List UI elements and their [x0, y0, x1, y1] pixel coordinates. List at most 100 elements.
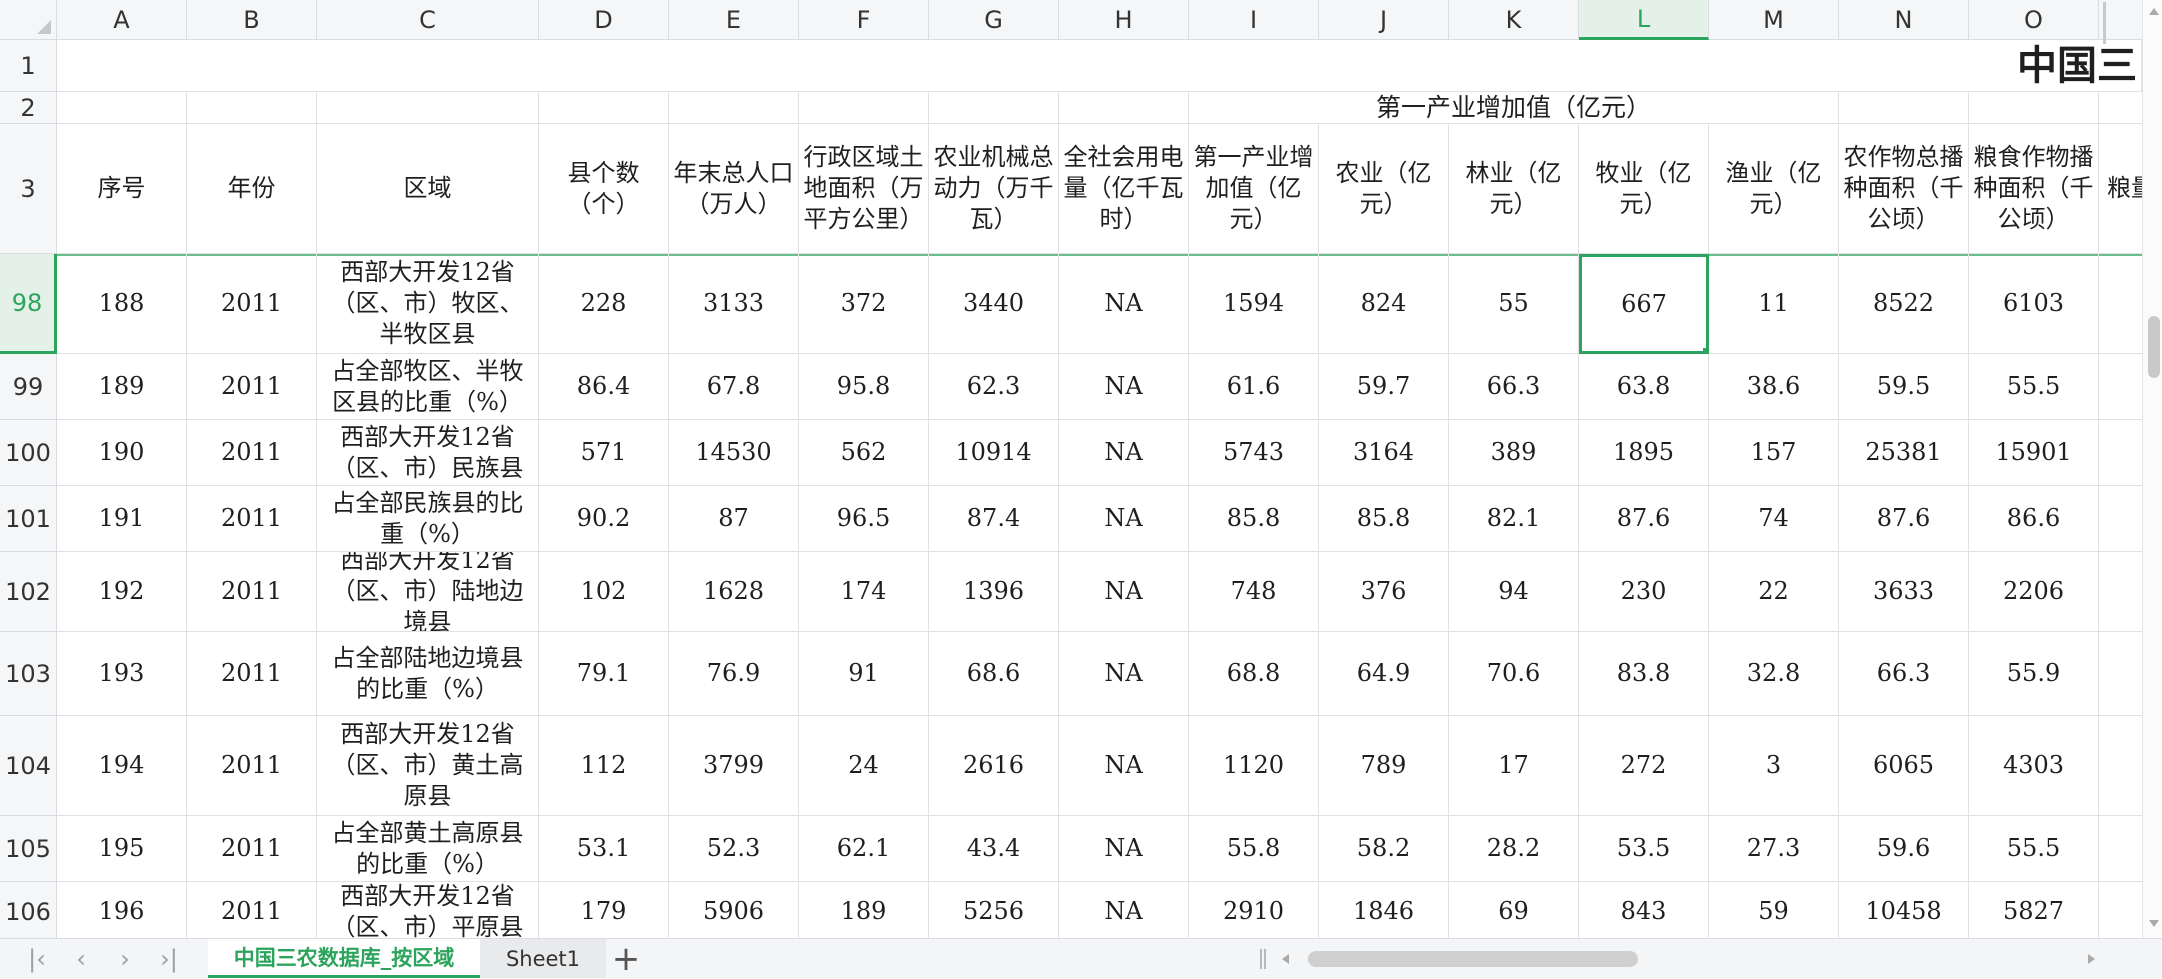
- vertical-scrollbar[interactable]: [2142, 0, 2162, 938]
- row-header-100[interactable]: 100: [0, 420, 57, 486]
- table-cell[interactable]: 372: [799, 254, 929, 354]
- table-cell[interactable]: 90.2: [539, 486, 669, 552]
- table-cell[interactable]: 190: [57, 420, 187, 486]
- table-cell[interactable]: 389: [1449, 420, 1579, 486]
- table-cell[interactable]: 571: [539, 420, 669, 486]
- table-cell[interactable]: [2099, 816, 2142, 882]
- table-cell[interactable]: [2099, 254, 2142, 354]
- table-cell[interactable]: 2011: [187, 354, 317, 420]
- cell-r2-1[interactable]: [57, 92, 187, 124]
- table-cell[interactable]: NA: [1059, 716, 1189, 816]
- scroll-right-icon[interactable]: [2088, 954, 2095, 964]
- cell-r2-5[interactable]: [669, 92, 799, 124]
- table-cell[interactable]: 191: [57, 486, 187, 552]
- table-cell[interactable]: 68.6: [929, 632, 1059, 716]
- column-header-g[interactable]: G: [929, 0, 1059, 40]
- row-header-104[interactable]: 104: [0, 716, 57, 816]
- table-cell[interactable]: 68.8: [1189, 632, 1319, 716]
- column-header-i[interactable]: I: [1189, 0, 1319, 40]
- table-cell[interactable]: 55: [1449, 254, 1579, 354]
- table-cell[interactable]: 占全部黄土高原县的比重（%）: [317, 816, 539, 882]
- row-header-3[interactable]: 3: [0, 124, 57, 254]
- table-cell[interactable]: 32.8: [1709, 632, 1839, 716]
- table-cell[interactable]: NA: [1059, 486, 1189, 552]
- table-cell[interactable]: 76.9: [669, 632, 799, 716]
- column-title-14[interactable]: 农作物总播种面积（千公顷）: [1839, 124, 1969, 254]
- table-cell[interactable]: 85.8: [1189, 486, 1319, 552]
- column-header-j[interactable]: J: [1319, 0, 1449, 40]
- table-cell[interactable]: NA: [1059, 354, 1189, 420]
- table-cell[interactable]: 2011: [187, 254, 317, 354]
- cell-r2-4[interactable]: [539, 92, 669, 124]
- row-header-106[interactable]: 106: [0, 882, 57, 938]
- table-cell[interactable]: 28.2: [1449, 816, 1579, 882]
- table-cell[interactable]: 102: [539, 552, 669, 632]
- column-title-10[interactable]: 农业（亿元）: [1319, 124, 1449, 254]
- column-title-9[interactable]: 第一产业增加值（亿元）: [1189, 124, 1319, 254]
- table-cell[interactable]: 2011: [187, 420, 317, 486]
- table-cell[interactable]: 3133: [669, 254, 799, 354]
- table-cell[interactable]: 67.8: [669, 354, 799, 420]
- column-title-4[interactable]: 县个数（个）: [539, 124, 669, 254]
- table-cell[interactable]: 86.4: [539, 354, 669, 420]
- column-title-3[interactable]: 区域: [317, 124, 539, 254]
- table-cell[interactable]: 83.8: [1579, 632, 1709, 716]
- cell-r2-8[interactable]: [1059, 92, 1189, 124]
- table-cell[interactable]: 52.3: [669, 816, 799, 882]
- table-cell[interactable]: 14530: [669, 420, 799, 486]
- column-title-8[interactable]: 全社会用电量（亿千瓦时）: [1059, 124, 1189, 254]
- table-cell[interactable]: 64.9: [1319, 632, 1449, 716]
- table-cell[interactable]: 61.6: [1189, 354, 1319, 420]
- table-cell[interactable]: 西部大开发12省（区、市）牧区、半牧区县: [317, 254, 539, 354]
- row-header-2[interactable]: 2: [0, 92, 57, 124]
- table-cell[interactable]: 38.6: [1709, 354, 1839, 420]
- table-cell[interactable]: 74: [1709, 486, 1839, 552]
- group-header-primary-industry[interactable]: 第一产业增加值（亿元）: [1189, 92, 1839, 124]
- table-cell[interactable]: 6065: [1839, 716, 1969, 816]
- table-cell[interactable]: 66.3: [1449, 354, 1579, 420]
- select-all-corner[interactable]: [0, 0, 57, 40]
- table-cell[interactable]: 2011: [187, 716, 317, 816]
- table-cell[interactable]: [2099, 354, 2142, 420]
- table-cell[interactable]: 87.6: [1579, 486, 1709, 552]
- vertical-scroll-thumb[interactable]: [2148, 316, 2160, 378]
- cell-r2-7[interactable]: [929, 92, 1059, 124]
- table-cell[interactable]: 59.7: [1319, 354, 1449, 420]
- table-cell[interactable]: 占全部陆地边境县的比重（%）: [317, 632, 539, 716]
- table-cell[interactable]: 194: [57, 716, 187, 816]
- row-header-98[interactable]: 98: [0, 254, 57, 354]
- table-cell[interactable]: 8522: [1839, 254, 1969, 354]
- table-cell[interactable]: 87.6: [1839, 486, 1969, 552]
- table-cell[interactable]: 188: [57, 254, 187, 354]
- column-header-k[interactable]: K: [1449, 0, 1579, 40]
- table-cell[interactable]: 70.6: [1449, 632, 1579, 716]
- table-cell[interactable]: 230: [1579, 552, 1709, 632]
- table-cell[interactable]: 5906: [669, 882, 799, 938]
- column-title-6[interactable]: 行政区域土地面积（万平方公里）: [799, 124, 929, 254]
- table-cell[interactable]: 195: [57, 816, 187, 882]
- table-cell[interactable]: 94: [1449, 552, 1579, 632]
- table-cell[interactable]: 87: [669, 486, 799, 552]
- column-header-d[interactable]: D: [539, 0, 669, 40]
- table-cell[interactable]: 85.8: [1319, 486, 1449, 552]
- table-cell[interactable]: 西部大开发12省（区、市）民族县: [317, 420, 539, 486]
- table-cell[interactable]: NA: [1059, 816, 1189, 882]
- column-title-7[interactable]: 农业机械总动力（万千瓦）: [929, 124, 1059, 254]
- table-cell[interactable]: 179: [539, 882, 669, 938]
- row-header-103[interactable]: 103: [0, 632, 57, 716]
- row-header-102[interactable]: 102: [0, 552, 57, 632]
- table-cell[interactable]: 3: [1709, 716, 1839, 816]
- table-cell[interactable]: 59: [1709, 882, 1839, 938]
- table-cell[interactable]: 2206: [1969, 552, 2099, 632]
- table-cell[interactable]: 17: [1449, 716, 1579, 816]
- table-cell[interactable]: 748: [1189, 552, 1319, 632]
- table-cell[interactable]: 63.8: [1579, 354, 1709, 420]
- table-cell[interactable]: NA: [1059, 632, 1189, 716]
- table-cell[interactable]: 22: [1709, 552, 1839, 632]
- table-cell[interactable]: 189: [57, 354, 187, 420]
- table-cell[interactable]: 2011: [187, 882, 317, 938]
- table-cell[interactable]: 228: [539, 254, 669, 354]
- table-cell[interactable]: 西部大开发12省（区、市）平原县: [317, 882, 539, 938]
- table-cell[interactable]: [2099, 486, 2142, 552]
- row-header-99[interactable]: 99: [0, 354, 57, 420]
